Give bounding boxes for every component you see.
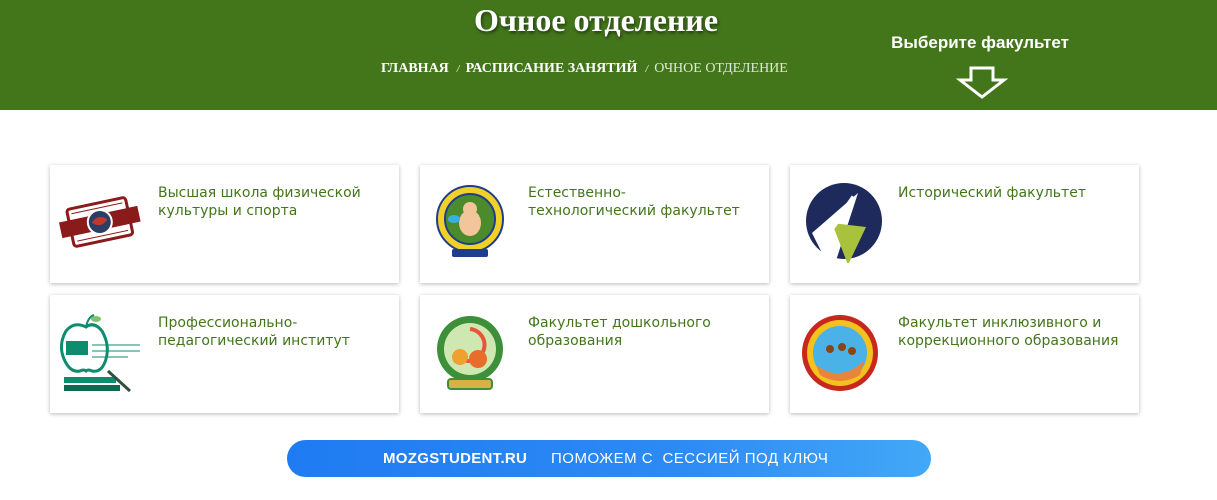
faculty-title: Естественно-технологический факультет [528,185,740,219]
breadcrumb: ГЛАВНАЯ / РАСПИСАНИЕ ЗАНЯТИЙ / ОЧНОЕ ОТДЕЛЕН… [381,61,788,77]
breadcrumb-schedule[interactable]: РАСПИСАНИЕ ЗАНЯТИЙ [466,61,638,76]
banner-brand: MOZGSTUDENT.RU [383,450,528,467]
faculty-title: Факультет дошкольного образования [528,315,711,349]
faculty-card-preschool[interactable]: Факультет дошкольного образования [420,295,769,413]
page-header: Очное отделение ГЛАВНАЯ / РАСПИСАНИЕ ЗАНЯТ… [0,0,1217,110]
breadcrumb-current: ОЧНОЕ ОТДЕЛЕНИЕ [654,61,788,76]
promo-banner[interactable]: MOZGSTUDENT.RU ПОМОЖЕМ С СЕССИЕЙ ПОД КЛЮ… [287,440,931,477]
faculty-title: Исторический факультет [898,185,1086,201]
breadcrumb-separator: / [456,64,460,75]
sports-school-logo-icon [59,196,141,248]
preschool-faculty-logo-icon [437,316,503,390]
down-arrow-icon [956,66,1008,99]
breadcrumb-separator: / [645,64,649,75]
pedagogical-institute-logo-icon [59,314,140,393]
faculty-title: Высшая школа физической культуры и спорт… [158,185,361,219]
faculty-card-natural-tech[interactable]: Естественно-технологический факультет [420,165,769,283]
faculty-title: Профессионально-педагогический институт [158,315,350,349]
banner-slogan: ПОМОЖЕМ С СЕССИЕЙ ПОД КЛЮЧ [551,450,829,467]
faculty-card-history[interactable]: Исторический факультет [790,165,1139,283]
faculty-card-inclusive[interactable]: Факультет инклюзивного и коррекционного … [790,295,1139,413]
inclusive-faculty-logo-icon [802,315,878,391]
breadcrumb-home[interactable]: ГЛАВНАЯ [381,61,449,76]
history-faculty-logo-icon [806,183,882,263]
faculty-card-sports[interactable]: Высшая школа физической культуры и спорт… [50,165,399,283]
choose-faculty-hint: Выберите факультет [891,33,1069,52]
faculty-card-pedagogical[interactable]: Профессионально-педагогический институт [50,295,399,413]
faculty-title: Факультет инклюзивного и коррекционного … [898,315,1119,349]
natural-tech-faculty-logo-icon [436,185,504,257]
